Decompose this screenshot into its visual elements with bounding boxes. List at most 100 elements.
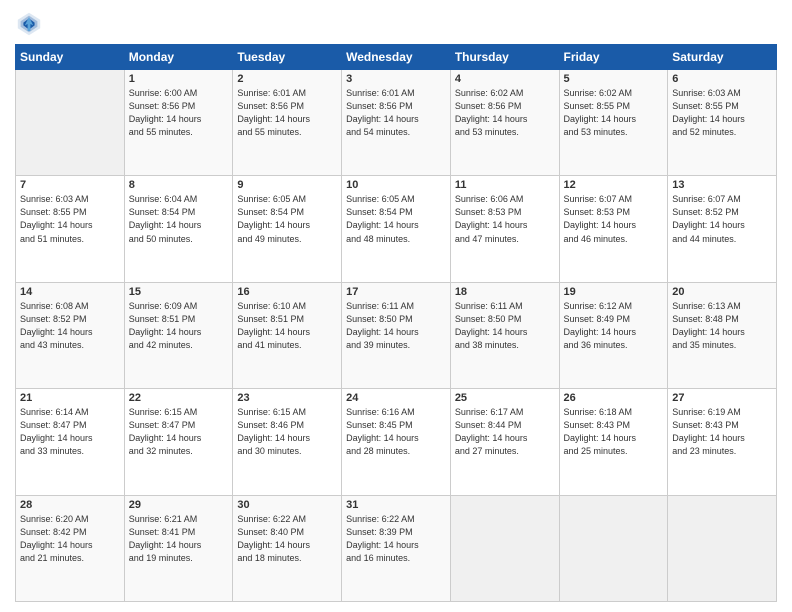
day-info: Sunrise: 6:09 AM Sunset: 8:51 PM Dayligh…: [129, 300, 229, 352]
day-info: Sunrise: 6:05 AM Sunset: 8:54 PM Dayligh…: [237, 193, 337, 245]
calendar-table: SundayMondayTuesdayWednesdayThursdayFrid…: [15, 44, 777, 602]
day-info: Sunrise: 6:02 AM Sunset: 8:55 PM Dayligh…: [564, 87, 664, 139]
logo-icon: [15, 10, 43, 38]
header-row: SundayMondayTuesdayWednesdayThursdayFrid…: [16, 45, 777, 70]
day-number: 25: [455, 392, 555, 404]
header-cell-friday: Friday: [559, 45, 668, 70]
day-cell: 27 Sunrise: 6:19 AM Sunset: 8:43 PM Dayli…: [668, 389, 777, 495]
day-cell: 13Sunrise: 6:07 AM Sunset: 8:52 PM Dayli…: [668, 176, 777, 282]
day-number: 18: [455, 286, 555, 298]
day-cell: 3 Sunrise: 6:01 AM Sunset: 8:56 PM Daylig…: [342, 70, 451, 176]
header-cell-monday: Monday: [124, 45, 233, 70]
header-cell-wednesday: Wednesday: [342, 45, 451, 70]
day-info: Sunrise: 6:11 AM Sunset: 8:50 PM Dayligh…: [455, 300, 555, 352]
day-number: 27: [672, 392, 772, 404]
day-number: 11: [455, 179, 555, 191]
header-cell-tuesday: Tuesday: [233, 45, 342, 70]
day-info: Sunrise: 6:03 AM Sunset: 8:55 PM Dayligh…: [672, 87, 772, 139]
day-cell: 8 Sunrise: 6:04 AM Sunset: 8:54 PM Daylig…: [124, 176, 233, 282]
header-cell-thursday: Thursday: [450, 45, 559, 70]
day-info: Sunrise: 6:05 AM Sunset: 8:54 PM Dayligh…: [346, 193, 446, 245]
day-cell: 24 Sunrise: 6:16 AM Sunset: 8:45 PM Dayli…: [342, 389, 451, 495]
day-info: Sunrise: 6:01 AM Sunset: 8:56 PM Dayligh…: [237, 87, 337, 139]
day-info: Sunrise: 6:16 AM Sunset: 8:45 PM Dayligh…: [346, 406, 446, 458]
day-info: Sunrise: 6:12 AM Sunset: 8:49 PM Dayligh…: [564, 300, 664, 352]
header-cell-saturday: Saturday: [668, 45, 777, 70]
day-number: 16: [237, 286, 337, 298]
day-info: Sunrise: 6:07 AM Sunset: 8:53 PM Dayligh…: [564, 193, 664, 245]
day-cell: 11 Sunrise: 6:06 AM Sunset: 8:53 PM Dayli…: [450, 176, 559, 282]
day-info: Sunrise: 6:22 AM Sunset: 8:40 PM Dayligh…: [237, 513, 337, 565]
day-number: 20: [672, 286, 772, 298]
day-cell: 31Sunrise: 6:22 AM Sunset: 8:39 PM Dayli…: [342, 495, 451, 601]
day-info: Sunrise: 6:08 AM Sunset: 8:52 PM Dayligh…: [20, 300, 120, 352]
day-info: Sunrise: 6:07 AM Sunset: 8:52 PM Dayligh…: [672, 193, 772, 245]
day-cell: 4Sunrise: 6:02 AM Sunset: 8:56 PM Daylig…: [450, 70, 559, 176]
day-cell: 9 Sunrise: 6:05 AM Sunset: 8:54 PM Daylig…: [233, 176, 342, 282]
day-number: 30: [237, 499, 337, 511]
logo: [15, 10, 47, 38]
day-cell: 22 Sunrise: 6:15 AM Sunset: 8:47 PM Dayli…: [124, 389, 233, 495]
day-cell: 28Sunrise: 6:20 AM Sunset: 8:42 PM Dayli…: [16, 495, 125, 601]
day-number: 21: [20, 392, 120, 404]
day-cell: [16, 70, 125, 176]
day-cell: 30 Sunrise: 6:22 AM Sunset: 8:40 PM Dayli…: [233, 495, 342, 601]
day-info: Sunrise: 6:04 AM Sunset: 8:54 PM Dayligh…: [129, 193, 229, 245]
day-info: Sunrise: 6:14 AM Sunset: 8:47 PM Dayligh…: [20, 406, 120, 458]
day-number: 24: [346, 392, 446, 404]
day-cell: 14 Sunrise: 6:08 AM Sunset: 8:52 PM Dayli…: [16, 282, 125, 388]
day-cell: 15 Sunrise: 6:09 AM Sunset: 8:51 PM Dayli…: [124, 282, 233, 388]
week-row-4: 21 Sunrise: 6:14 AM Sunset: 8:47 PM Dayli…: [16, 389, 777, 495]
day-cell: 1Sunrise: 6:00 AM Sunset: 8:56 PM Daylig…: [124, 70, 233, 176]
day-info: Sunrise: 6:20 AM Sunset: 8:42 PM Dayligh…: [20, 513, 120, 565]
day-cell: [668, 495, 777, 601]
day-number: 3: [346, 73, 446, 85]
day-info: Sunrise: 6:11 AM Sunset: 8:50 PM Dayligh…: [346, 300, 446, 352]
day-info: Sunrise: 6:19 AM Sunset: 8:43 PM Dayligh…: [672, 406, 772, 458]
day-number: 5: [564, 73, 664, 85]
day-number: 19: [564, 286, 664, 298]
day-number: 8: [129, 179, 229, 191]
week-row-2: 7 Sunrise: 6:03 AM Sunset: 8:55 PM Daylig…: [16, 176, 777, 282]
day-number: 10: [346, 179, 446, 191]
week-row-1: 1Sunrise: 6:00 AM Sunset: 8:56 PM Daylig…: [16, 70, 777, 176]
day-info: Sunrise: 6:01 AM Sunset: 8:56 PM Dayligh…: [346, 87, 446, 139]
header-cell-sunday: Sunday: [16, 45, 125, 70]
day-cell: 20 Sunrise: 6:13 AM Sunset: 8:48 PM Dayli…: [668, 282, 777, 388]
header: [15, 10, 777, 38]
day-number: 9: [237, 179, 337, 191]
week-row-5: 28Sunrise: 6:20 AM Sunset: 8:42 PM Dayli…: [16, 495, 777, 601]
day-cell: 26Sunrise: 6:18 AM Sunset: 8:43 PM Dayli…: [559, 389, 668, 495]
day-cell: 12Sunrise: 6:07 AM Sunset: 8:53 PM Dayli…: [559, 176, 668, 282]
day-cell: 5 Sunrise: 6:02 AM Sunset: 8:55 PM Daylig…: [559, 70, 668, 176]
day-number: 29: [129, 499, 229, 511]
day-info: Sunrise: 6:06 AM Sunset: 8:53 PM Dayligh…: [455, 193, 555, 245]
day-info: Sunrise: 6:13 AM Sunset: 8:48 PM Dayligh…: [672, 300, 772, 352]
day-number: 7: [20, 179, 120, 191]
day-info: Sunrise: 6:10 AM Sunset: 8:51 PM Dayligh…: [237, 300, 337, 352]
day-number: 22: [129, 392, 229, 404]
day-number: 14: [20, 286, 120, 298]
day-number: 15: [129, 286, 229, 298]
day-cell: 2 Sunrise: 6:01 AM Sunset: 8:56 PM Daylig…: [233, 70, 342, 176]
day-info: Sunrise: 6:00 AM Sunset: 8:56 PM Dayligh…: [129, 87, 229, 139]
day-number: 4: [455, 73, 555, 85]
day-cell: 29Sunrise: 6:21 AM Sunset: 8:41 PM Dayli…: [124, 495, 233, 601]
day-cell: 25 Sunrise: 6:17 AM Sunset: 8:44 PM Dayli…: [450, 389, 559, 495]
day-cell: 10 Sunrise: 6:05 AM Sunset: 8:54 PM Dayli…: [342, 176, 451, 282]
day-cell: 18 Sunrise: 6:11 AM Sunset: 8:50 PM Dayli…: [450, 282, 559, 388]
day-number: 6: [672, 73, 772, 85]
day-info: Sunrise: 6:17 AM Sunset: 8:44 PM Dayligh…: [455, 406, 555, 458]
week-row-3: 14 Sunrise: 6:08 AM Sunset: 8:52 PM Dayli…: [16, 282, 777, 388]
day-cell: [559, 495, 668, 601]
day-cell: 16 Sunrise: 6:10 AM Sunset: 8:51 PM Dayli…: [233, 282, 342, 388]
day-info: Sunrise: 6:22 AM Sunset: 8:39 PM Dayligh…: [346, 513, 446, 565]
day-cell: 17 Sunrise: 6:11 AM Sunset: 8:50 PM Dayli…: [342, 282, 451, 388]
day-info: Sunrise: 6:15 AM Sunset: 8:46 PM Dayligh…: [237, 406, 337, 458]
day-number: 2: [237, 73, 337, 85]
page: SundayMondayTuesdayWednesdayThursdayFrid…: [0, 0, 792, 612]
day-info: Sunrise: 6:03 AM Sunset: 8:55 PM Dayligh…: [20, 193, 120, 245]
day-info: Sunrise: 6:15 AM Sunset: 8:47 PM Dayligh…: [129, 406, 229, 458]
day-cell: 23Sunrise: 6:15 AM Sunset: 8:46 PM Dayli…: [233, 389, 342, 495]
day-number: 17: [346, 286, 446, 298]
